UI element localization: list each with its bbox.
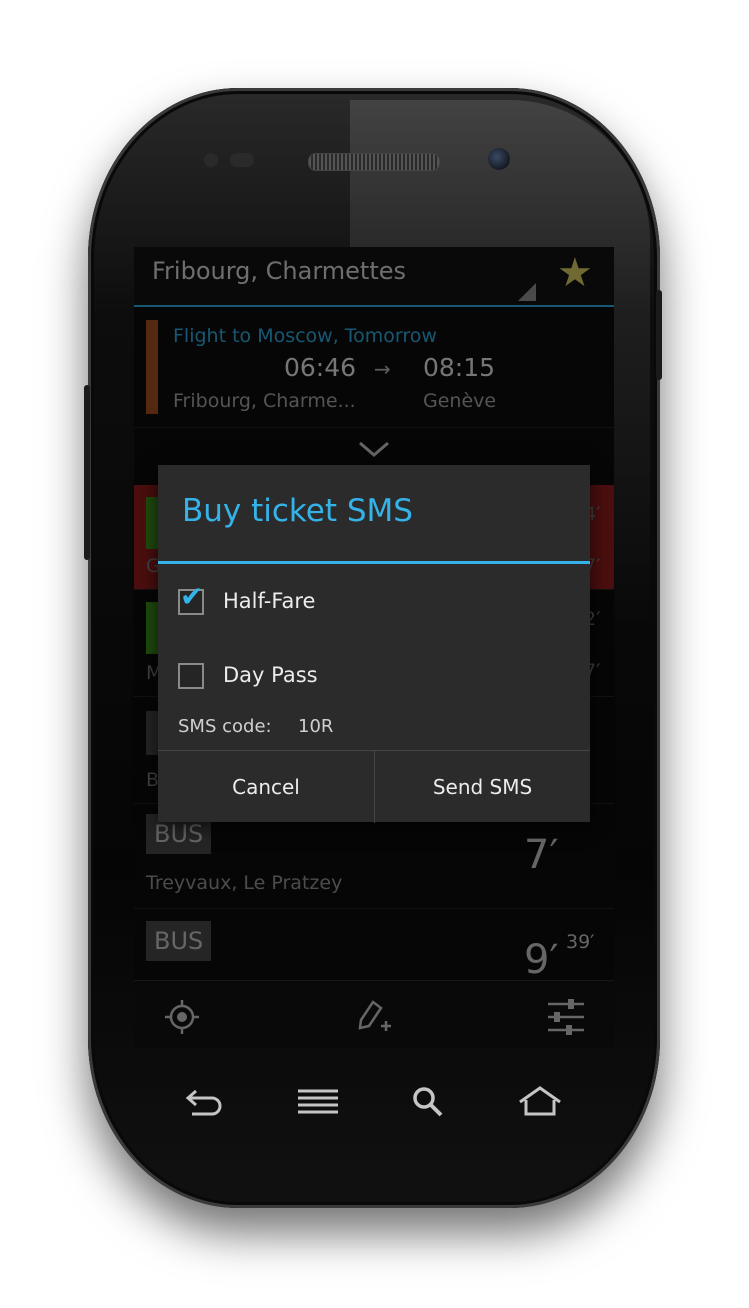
home-icon[interactable] (518, 1086, 562, 1116)
search-icon[interactable] (412, 1086, 444, 1118)
back-icon[interactable] (184, 1085, 224, 1117)
checkmark-icon: ✔ (180, 580, 204, 613)
buy-ticket-dialog: Buy ticket SMS ✔ Half-Fare Day Pass SMS … (158, 465, 590, 823)
front-camera (488, 148, 510, 170)
light-sensor (230, 153, 254, 167)
day-pass-label[interactable]: Day Pass (223, 663, 318, 687)
power-button (656, 290, 662, 380)
dialog-title-divider (158, 561, 590, 564)
cancel-button[interactable]: Cancel (158, 751, 374, 823)
sms-code-label: SMS code: (178, 716, 272, 737)
sms-code-value: 10R (298, 716, 334, 737)
send-sms-button[interactable]: Send SMS (375, 751, 590, 823)
day-pass-checkbox[interactable] (178, 663, 204, 689)
dialog-button-bar: Cancel Send SMS (158, 750, 590, 823)
half-fare-label[interactable]: Half-Fare (223, 589, 315, 613)
menu-icon[interactable] (298, 1088, 338, 1116)
proximity-sensor (204, 153, 218, 167)
earpiece-speaker (308, 153, 440, 171)
dialog-title: Buy ticket SMS (182, 493, 413, 529)
volume-button (84, 385, 90, 560)
